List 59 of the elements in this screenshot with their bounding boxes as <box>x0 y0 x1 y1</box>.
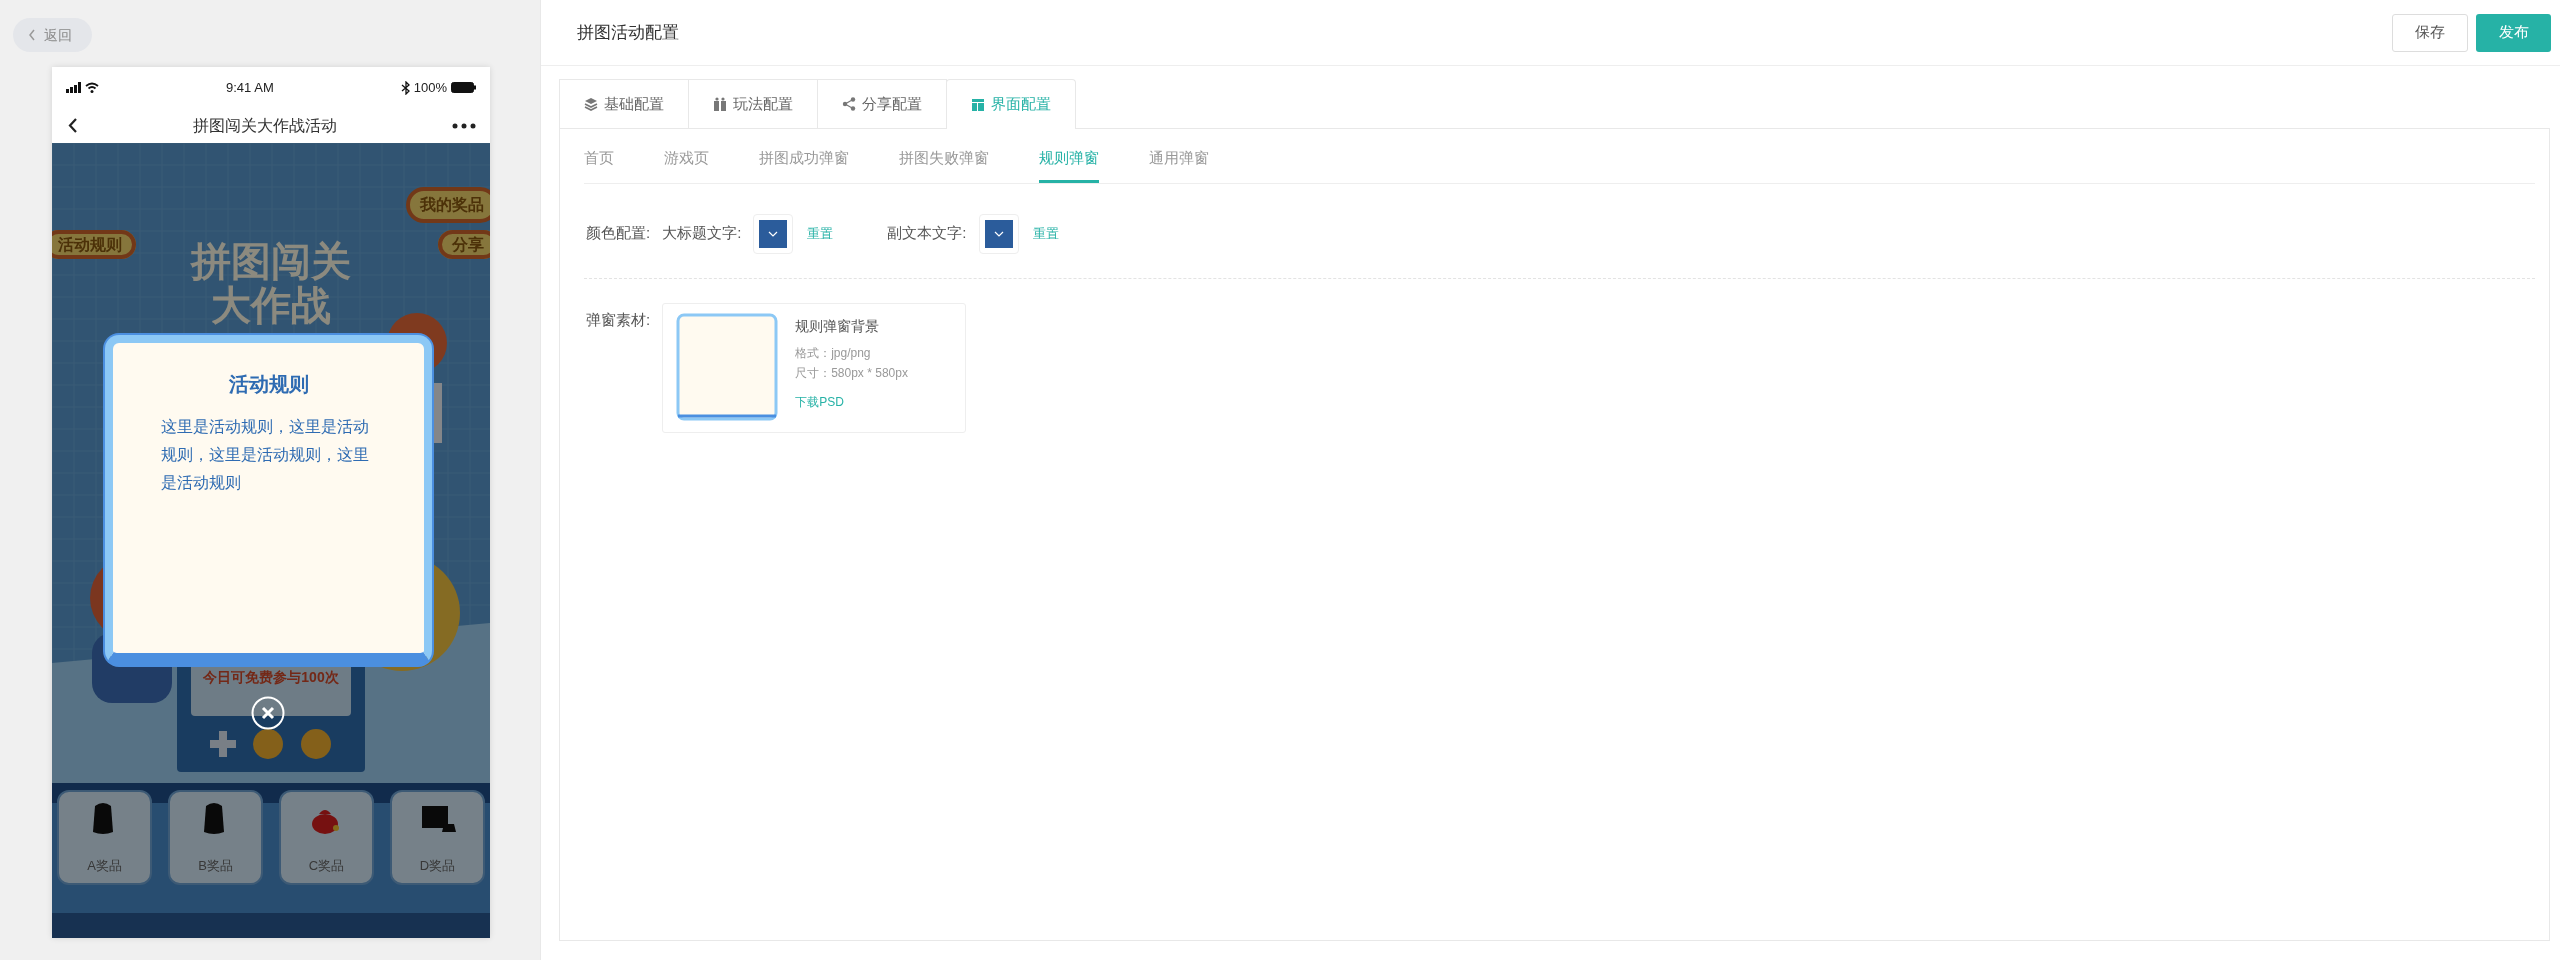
game-menu-button[interactable]: 活动规则 <box>52 230 136 259</box>
free-plays-text: 今日可免费参与100次 <box>203 667 339 687</box>
wifi-icon <box>85 82 99 93</box>
dpad-icon <box>210 731 236 757</box>
page-tab[interactable]: 通用弹窗 <box>1149 147 1209 183</box>
battery-icon <box>451 82 476 93</box>
page-tab[interactable]: 拼图成功弹窗 <box>759 147 849 183</box>
status-time: 9:41 AM <box>226 78 274 97</box>
back-button[interactable]: 返回 <box>13 18 92 52</box>
prize-card[interactable]: B奖品 <box>168 790 263 885</box>
prize-label: C奖品 <box>308 856 345 875</box>
page-tab[interactable]: 游戏页 <box>664 147 709 183</box>
round-button-icon <box>252 728 284 760</box>
share-icon <box>842 97 856 111</box>
color-picker[interactable] <box>753 213 794 254</box>
reset-link[interactable]: 重置 <box>807 223 834 244</box>
prize-card[interactable]: A奖品 <box>57 790 152 885</box>
signal-icon <box>66 82 81 93</box>
popup-text: 这里是活动规则，这里是活动规则，这里是活动规则，这里是活动规则 <box>161 417 370 493</box>
prize-label: A奖品 <box>87 856 122 875</box>
format-text: 格式：jpg/png <box>795 344 872 362</box>
field-label: 颜色配置: <box>586 223 651 244</box>
reset-link[interactable]: 重置 <box>1032 223 1059 244</box>
gift-icon <box>713 97 727 111</box>
page-title: 拼图闯关大作战活动 <box>193 115 337 136</box>
config-tab[interactable]: 界面配置 <box>946 79 1076 129</box>
chevron-down-icon <box>768 230 779 237</box>
more-icon[interactable] <box>452 122 476 129</box>
chevron-down-icon <box>993 230 1004 237</box>
close-icon[interactable] <box>251 696 285 730</box>
page-tab[interactable]: 首页 <box>584 147 614 183</box>
round-button-icon <box>300 728 332 760</box>
layout-icon <box>971 97 985 112</box>
game-menu-button[interactable]: 我的奖品 <box>406 187 490 223</box>
field-label: 弹窗素材: <box>586 309 651 330</box>
page-heading: 拼图活动配置 <box>577 21 679 44</box>
prize-card[interactable]: C奖品 <box>279 790 374 885</box>
banner-title: 拼图闯关 大作战 <box>191 239 351 327</box>
game-menu-button[interactable]: 分享 <box>438 230 490 259</box>
battery-level: 100% <box>413 78 447 97</box>
config-tab[interactable]: 基础配置 <box>559 79 689 128</box>
back-icon <box>27 28 36 42</box>
material-name: 规则弹窗背景 <box>795 316 881 336</box>
field-label: 大标题文字: <box>662 223 742 244</box>
size-text: 尺寸：580px * 580px <box>795 364 908 382</box>
save-button[interactable]: 保存 <box>2392 13 2468 52</box>
layers-icon <box>584 97 598 111</box>
prize-card[interactable]: D奖品 <box>390 790 485 885</box>
popup-title: 活动规则 <box>227 372 310 397</box>
prize-label: B奖品 <box>198 856 233 875</box>
field-label: 副文本文字: <box>887 223 967 244</box>
color-picker[interactable] <box>978 213 1019 254</box>
download-link[interactable]: 下载PSD <box>795 392 908 411</box>
bluetooth-icon <box>400 80 410 95</box>
publish-button[interactable]: 发布 <box>2476 13 2551 52</box>
page-tab[interactable]: 拼图失败弹窗 <box>899 147 989 183</box>
back-icon[interactable] <box>68 118 78 133</box>
prize-label: D奖品 <box>419 856 456 875</box>
page-tab[interactable]: 规则弹窗 <box>1039 147 1099 183</box>
